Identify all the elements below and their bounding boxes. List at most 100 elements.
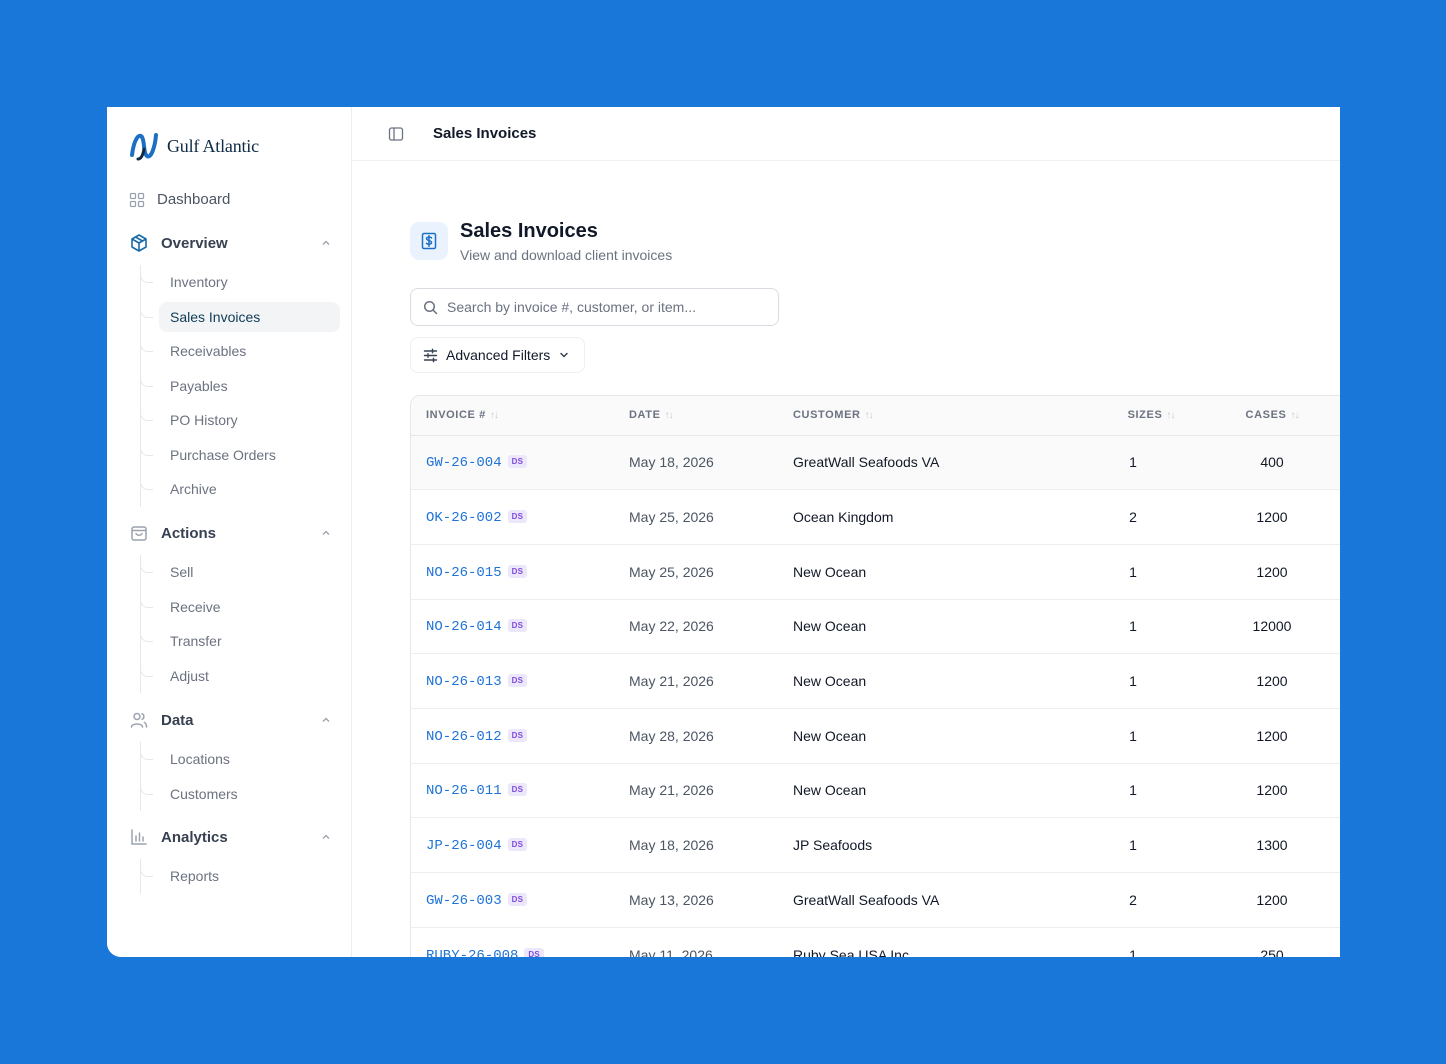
column-header-date[interactable]: DATE ↑↓ bbox=[629, 396, 793, 435]
subnav-overview: Inventory Sales Invoices Receivables Pay… bbox=[140, 265, 340, 507]
invoices-table: INVOICE # ↑↓ DATE ↑↓ CUSTOMER ↑↓ SIZES ↑↓ CA… bbox=[410, 395, 1340, 957]
nav-dashboard[interactable]: Dashboard bbox=[129, 191, 230, 208]
sidebar-item-reports[interactable]: Reports bbox=[140, 859, 340, 894]
cases-cell: 1200 bbox=[1256, 563, 1288, 580]
date-cell: May 28, 2026 bbox=[629, 727, 714, 744]
subnav-data: Locations Customers bbox=[140, 742, 340, 811]
invoice-link[interactable]: NO-26-014 bbox=[426, 619, 502, 635]
table-row[interactable]: NO-26-015 DS May 25, 2026 New Ocean 1 120… bbox=[411, 544, 1340, 600]
ds-badge: DS bbox=[507, 564, 528, 578]
invoice-link[interactable]: GW-26-003 bbox=[426, 893, 502, 909]
date-cell: May 25, 2026 bbox=[629, 509, 714, 526]
sidebar-item-inventory[interactable]: Inventory bbox=[140, 265, 340, 300]
invoice-link[interactable]: OK-26-002 bbox=[426, 510, 502, 526]
section-analytics[interactable]: Analytics bbox=[129, 825, 337, 849]
dashboard-grid-icon bbox=[129, 192, 145, 207]
sort-icon: ↑↓ bbox=[664, 410, 674, 422]
section-data[interactable]: Data bbox=[129, 708, 337, 732]
sidebar-item-label: Transfer bbox=[170, 633, 222, 650]
invoice-link[interactable]: NO-26-012 bbox=[426, 729, 502, 745]
brand-logo[interactable]: Gulf Atlantic bbox=[129, 129, 259, 163]
sidebar-item-archive[interactable]: Archive bbox=[140, 472, 340, 507]
sizes-cell: 1 bbox=[1129, 782, 1137, 799]
date-cell: May 18, 2026 bbox=[629, 454, 714, 471]
sidebar-item-receive[interactable]: Receive bbox=[140, 589, 340, 625]
column-header-cases[interactable]: CASES ↑↓ bbox=[1203, 396, 1340, 435]
sort-icon: ↑↓ bbox=[1290, 410, 1299, 422]
invoice-link[interactable]: NO-26-011 bbox=[426, 783, 502, 799]
customer-cell: JP Seafoods bbox=[793, 837, 873, 854]
brand-name: Gulf Atlantic bbox=[167, 135, 259, 156]
sidebar-item-po-history[interactable]: PO History bbox=[140, 403, 340, 438]
table-row[interactable]: OK-26-002 DS May 25, 2026 Ocean Kingdom 2… bbox=[411, 490, 1340, 545]
date-cell: May 21, 2026 bbox=[629, 673, 714, 690]
invoice-cell: NO-26-014 DS bbox=[411, 599, 629, 654]
topbar: Sales Invoices bbox=[352, 107, 1340, 161]
sidebar-item-adjust[interactable]: Adjust bbox=[140, 658, 340, 694]
search-input[interactable] bbox=[447, 299, 747, 315]
sidebar-item-customers[interactable]: Customers bbox=[140, 776, 340, 812]
invoice-link[interactable]: GW-26-004 bbox=[426, 455, 502, 471]
table-row[interactable]: JP-26-004 DS May 18, 2026 JP Seafoods 1 1… bbox=[411, 818, 1340, 873]
invoice-link[interactable]: RUBY-26-008 bbox=[426, 948, 518, 957]
ds-badge: DS bbox=[507, 674, 528, 688]
table-row[interactable]: NO-26-011 DS May 21, 2026 New Ocean 1 120… bbox=[411, 763, 1340, 818]
sidebar-item-label: Receive bbox=[170, 598, 221, 615]
sidebar-item-payables[interactable]: Payables bbox=[140, 368, 340, 404]
chevron-up-icon bbox=[322, 240, 330, 245]
sidebar-item-sell[interactable]: Sell bbox=[140, 555, 340, 590]
column-header-label: CASES bbox=[1245, 409, 1287, 422]
sidebar-item-label: Payables bbox=[170, 377, 228, 394]
date-cell: May 22, 2026 bbox=[629, 618, 714, 635]
column-header-sizes[interactable]: SIZES ↑↓ bbox=[1063, 396, 1203, 435]
sidebar-item-transfer[interactable]: Transfer bbox=[140, 624, 340, 659]
sidebar-item-locations[interactable]: Locations bbox=[140, 742, 340, 777]
table-row[interactable]: NO-26-012 DS May 28, 2026 New Ocean 1 120… bbox=[411, 708, 1340, 764]
sidebar-item-label: Locations bbox=[170, 751, 230, 768]
ds-badge: DS bbox=[524, 947, 544, 957]
invoice-link[interactable]: NO-26-013 bbox=[426, 674, 502, 690]
sidebar-item-label: PO History bbox=[170, 412, 238, 429]
subnav-analytics: Reports bbox=[140, 859, 340, 894]
customer-cell: GreatWall Seafoods VA bbox=[793, 891, 940, 908]
date-cell: May 25, 2026 bbox=[629, 563, 714, 580]
invoice-cell: NO-26-011 DS bbox=[411, 763, 629, 818]
table-row[interactable]: GW-26-004 DS May 18, 2026 GreatWall Seafo… bbox=[411, 435, 1340, 490]
users-icon bbox=[130, 712, 148, 728]
sidebar-item-sales-invoices[interactable]: Sales Invoices bbox=[140, 299, 340, 335]
date-cell: May 18, 2026 bbox=[629, 837, 714, 854]
nav-dashboard-label: Dashboard bbox=[157, 191, 231, 208]
invoice-cell: NO-26-013 DS bbox=[411, 654, 629, 709]
column-header-customer[interactable]: CUSTOMER ↑↓ bbox=[793, 396, 1063, 435]
cases-cell: 1200 bbox=[1256, 673, 1288, 690]
column-header-invoice[interactable]: INVOICE # ↑↓ bbox=[411, 396, 629, 435]
sidebar-item-receivables[interactable]: Receivables bbox=[140, 334, 340, 369]
ds-badge: DS bbox=[507, 510, 528, 524]
table-row[interactable]: NO-26-013 DS May 21, 2026 New Ocean 1 120… bbox=[411, 654, 1340, 709]
search-box[interactable] bbox=[410, 288, 779, 326]
invoice-link[interactable]: NO-26-015 bbox=[426, 565, 502, 581]
table-row[interactable]: GW-26-003 DS May 13, 2026 GreatWall Seafo… bbox=[411, 873, 1340, 928]
sidebar-item-purchase-orders[interactable]: Purchase Orders bbox=[140, 437, 340, 473]
customer-cell: Ocean Kingdom bbox=[793, 509, 894, 526]
table-row[interactable]: NO-26-014 DS May 22, 2026 New Ocean 1 120… bbox=[411, 599, 1340, 654]
customer-cell: New Ocean bbox=[793, 727, 867, 744]
chevron-up-icon bbox=[322, 530, 330, 535]
sizes-cell: 1 bbox=[1129, 727, 1137, 744]
chevron-up-icon bbox=[322, 834, 330, 839]
customer-cell: New Ocean bbox=[793, 782, 867, 799]
ds-badge: DS bbox=[507, 892, 528, 906]
sidebar-toggle-icon[interactable] bbox=[388, 126, 404, 142]
sidebar-item-label: Receivables bbox=[170, 343, 247, 360]
customer-cell: Ruby Sea USA Inc bbox=[793, 946, 909, 957]
invoice-link[interactable]: JP-26-004 bbox=[426, 838, 502, 854]
invoice-cell: NO-26-015 DS bbox=[411, 544, 629, 599]
ds-badge: DS bbox=[507, 838, 528, 852]
table-row[interactable]: RUBY-26-008 DS May 11, 2026 Ruby Sea USA … bbox=[411, 927, 1340, 957]
section-actions-label: Actions bbox=[161, 524, 217, 542]
ds-badge: DS bbox=[507, 783, 528, 797]
section-overview[interactable]: Overview bbox=[129, 231, 337, 255]
section-actions[interactable]: Actions bbox=[129, 521, 337, 545]
advanced-filters-button[interactable]: Advanced Filters bbox=[410, 337, 586, 373]
package-icon bbox=[131, 234, 147, 252]
